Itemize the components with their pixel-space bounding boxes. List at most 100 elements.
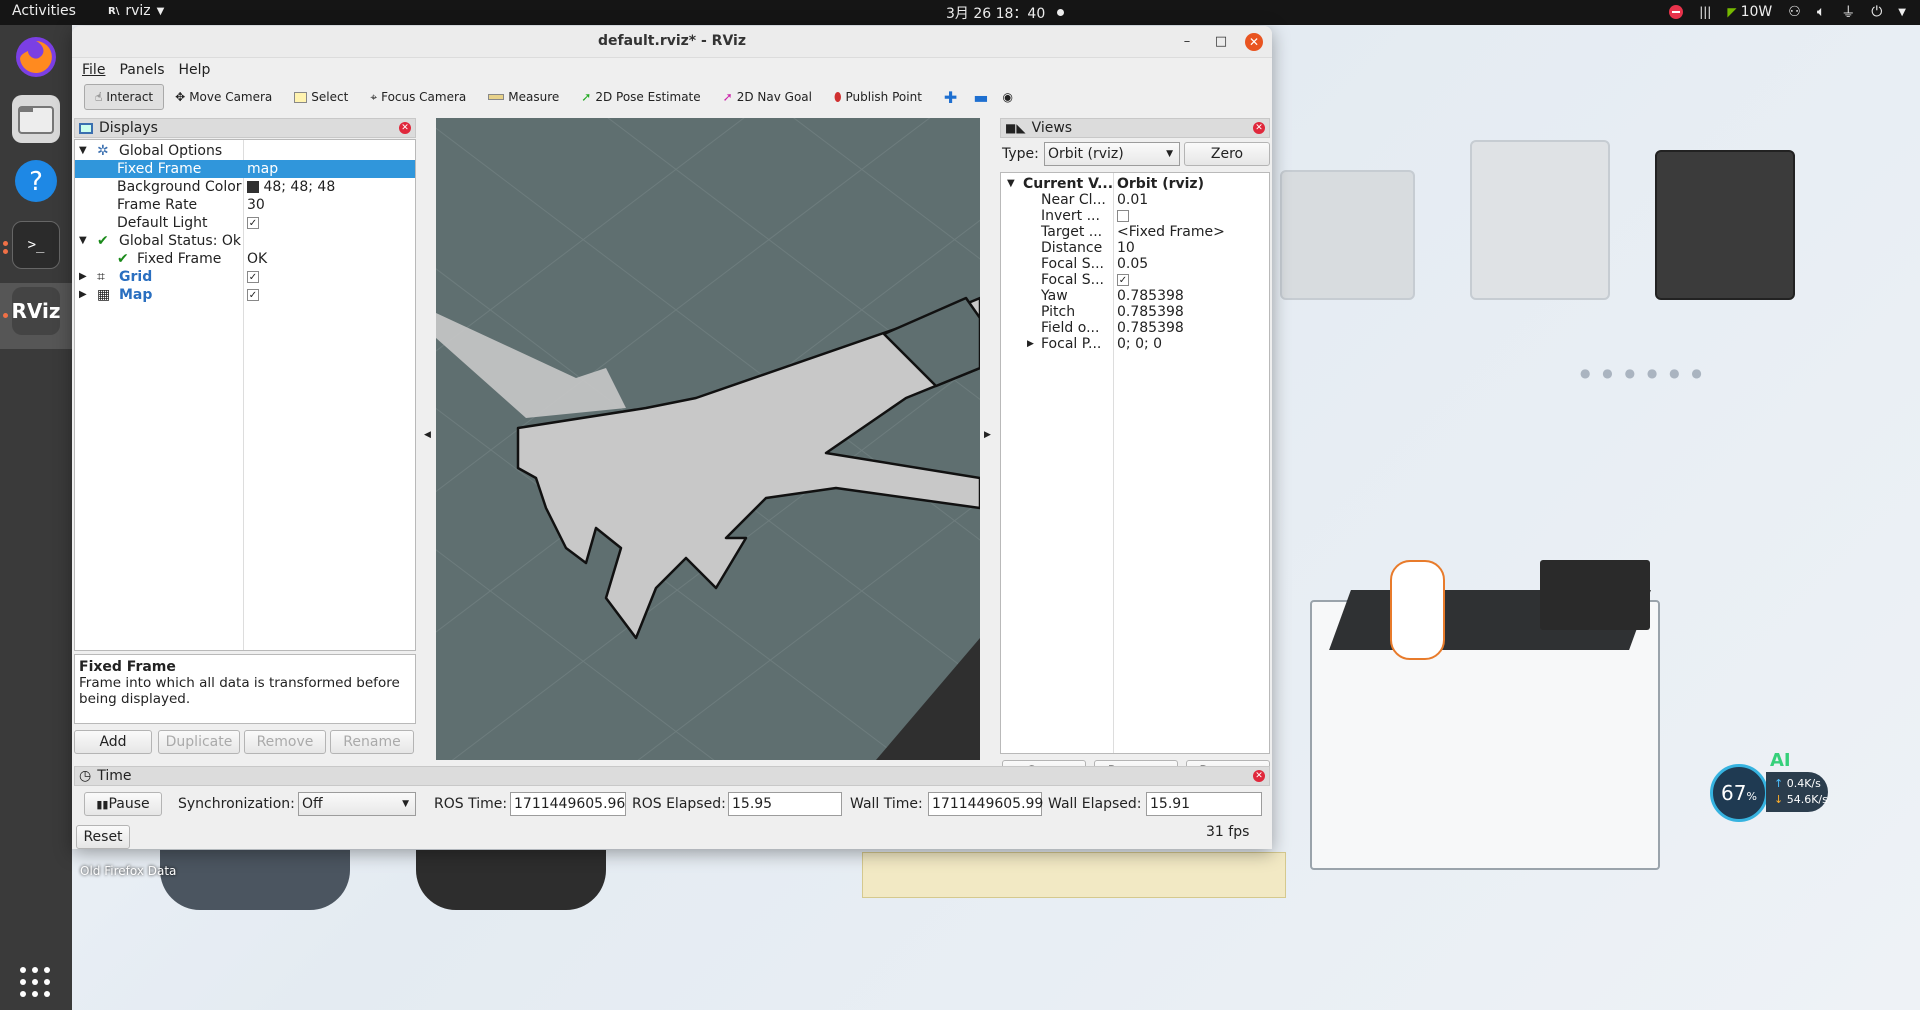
tool-measure[interactable]: Measure xyxy=(477,84,570,110)
view-type-label: Type: xyxy=(1002,146,1039,162)
close-panel-button[interactable]: ✕ xyxy=(1253,770,1265,782)
views-panel: ■◣ Views ✕ xyxy=(1000,118,1270,138)
collapse-right-arrow[interactable]: ▶ xyxy=(984,430,991,440)
remove-tool-button[interactable]: ▬ xyxy=(968,84,993,110)
tree-row-status-fixed-frame[interactable]: ✔ Fixed Frame OK xyxy=(75,250,415,268)
color-swatch xyxy=(247,181,259,193)
close-panel-button[interactable]: ✕ xyxy=(1253,122,1265,134)
focal-shape-checkbox[interactable]: ✓ xyxy=(1117,274,1129,286)
view-type-select[interactable]: Orbit (rviz) ▼ xyxy=(1044,142,1180,166)
toolbar: ☝ Interact ✥ Move Camera Select ⌖ Focus Cam… xyxy=(72,82,1272,112)
wall-time-field[interactable]: 1711449605.99 xyxy=(928,792,1043,816)
grid-checkbox[interactable]: ✓ xyxy=(247,271,259,283)
focus-icon: ⌖ xyxy=(370,89,378,104)
expand-arrow-icon[interactable]: ▶ xyxy=(79,268,87,286)
volume-icon: 🔈︎ xyxy=(1816,4,1826,20)
title-bar[interactable]: default.rviz* - RViz – □ ✕ xyxy=(72,26,1272,58)
monitor-icon xyxy=(79,122,93,134)
remove-display-button[interactable]: Remove xyxy=(244,730,326,754)
tree-row-grid[interactable]: ▶ ⌗ Grid ✓ xyxy=(75,268,415,286)
collapse-left-arrow[interactable]: ◀ xyxy=(424,430,431,440)
ros-time-field[interactable]: 1711449605.96 xyxy=(510,792,626,816)
show-apps-icon[interactable] xyxy=(20,967,50,997)
tree-row-fixed-frame[interactable]: Fixed Frame map xyxy=(75,160,415,178)
ros-time-label: ROS Time: xyxy=(434,796,508,812)
add-display-button[interactable]: Add xyxy=(74,730,152,754)
tool-focus-camera[interactable]: ⌖ Focus Camera xyxy=(359,84,477,110)
system-tray[interactable]: ||| ◤ 10W ⚇ 🔈︎ ⏚ ⏻ ▼ xyxy=(1669,2,1906,22)
tree-row-global-options[interactable]: ▼ ✲ Global Options xyxy=(75,142,415,160)
do-not-disturb-icon xyxy=(1669,5,1684,19)
eye-icon: ◉ xyxy=(1002,90,1013,104)
app-menu[interactable]: R\ rviz ▼ xyxy=(108,3,164,19)
tool-move-camera[interactable]: ✥ Move Camera xyxy=(164,84,283,110)
property-help-box: Fixed Frame Frame into which all data is… xyxy=(74,654,416,724)
gpu-power-indicator[interactable]: ◤ 10W xyxy=(1727,4,1772,20)
maximize-button[interactable]: □ xyxy=(1212,33,1230,51)
activities-button[interactable]: Activities xyxy=(12,3,76,19)
minimize-button[interactable]: – xyxy=(1178,33,1196,51)
add-tool-button[interactable]: ✚ xyxy=(933,84,968,110)
dock: ? >_ RViz xyxy=(0,25,72,1010)
net-up: 0.4K/s xyxy=(1786,777,1821,790)
menu-file[interactable]: File xyxy=(82,62,105,78)
camera-icon: ■◣ xyxy=(1005,121,1026,135)
render-viewport[interactable] xyxy=(436,118,980,760)
wall-elapsed-field[interactable]: 15.91 xyxy=(1146,792,1262,816)
ruler-icon xyxy=(488,94,505,100)
menu-panels[interactable]: Panels xyxy=(119,62,164,78)
duplicate-display-button[interactable]: Duplicate xyxy=(158,730,240,754)
reset-button[interactable]: Reset xyxy=(76,825,130,849)
views-tree[interactable]: ▼ Current V... Orbit (rviz) Near Cl... 0.… xyxy=(1000,172,1270,754)
notification-dot xyxy=(1057,9,1064,16)
tree-row-background-color[interactable]: Background Color 48; 48; 48 xyxy=(75,178,415,196)
close-panel-button[interactable]: ✕ xyxy=(399,122,411,134)
ros-elapsed-field[interactable]: 15.95 xyxy=(728,792,842,816)
clock[interactable]: 3月 26 18：40 xyxy=(946,3,1045,23)
rviz-icon[interactable]: RViz xyxy=(11,287,61,335)
green-arrow-icon: ➚ xyxy=(581,90,592,104)
menu-help[interactable]: Help xyxy=(179,62,211,78)
net-percent-unit: % xyxy=(1746,790,1757,803)
desktop-folder-label[interactable]: Old Firefox Data xyxy=(80,864,176,878)
default-light-checkbox[interactable]: ✓ xyxy=(247,217,259,229)
invert-checkbox[interactable] xyxy=(1117,210,1129,222)
ros-elapsed-label: ROS Elapsed: xyxy=(632,796,726,812)
terminal-icon[interactable]: >_ xyxy=(12,221,60,269)
background-corner xyxy=(876,638,980,760)
wallpaper-base-1 xyxy=(160,850,350,910)
tree-row-default-light[interactable]: Default Light ✓ xyxy=(75,214,415,232)
tool-interact[interactable]: ☝ Interact xyxy=(84,84,165,110)
expand-arrow-icon[interactable]: ▶ xyxy=(1027,335,1034,353)
tool-select[interactable]: Select xyxy=(283,84,359,110)
tool-2d-nav-goal[interactable]: ➚ 2D Nav Goal xyxy=(712,84,823,110)
tree-row-map[interactable]: ▶ ▦ Map ✓ xyxy=(75,286,415,304)
wallpaper-table xyxy=(862,852,1286,898)
tool-2d-pose-estimate[interactable]: ➚ 2D Pose Estimate xyxy=(570,84,711,110)
pause-button[interactable]: ▮▮Pause xyxy=(84,792,162,816)
firefox-icon[interactable] xyxy=(12,33,60,81)
window-title: default.rviz* - RViz xyxy=(597,33,746,49)
magenta-arrow-icon: ➚ xyxy=(722,90,733,104)
sync-select[interactable]: Off ▼ xyxy=(298,792,416,816)
expand-arrow-icon[interactable]: ▼ xyxy=(79,232,87,250)
tree-row-global-status[interactable]: ▼ ✔ Global Status: Ok xyxy=(75,232,415,250)
zero-button[interactable]: Zero xyxy=(1184,142,1270,166)
tree-row-frame-rate[interactable]: Frame Rate 30 xyxy=(75,196,415,214)
chevron-down-icon: ▼ xyxy=(402,799,409,809)
tool-publish-point[interactable]: ⬮ Publish Point xyxy=(823,84,933,110)
tool-properties-button[interactable]: ◉ xyxy=(993,84,1021,110)
occupancy-map xyxy=(436,296,980,640)
view-prop-focal-point[interactable]: ▶ Focal P... 0; 0; 0 xyxy=(1001,335,1269,353)
wall-elapsed-label: Wall Elapsed: xyxy=(1048,796,1142,812)
expand-arrow-icon[interactable]: ▼ xyxy=(79,142,87,160)
files-icon[interactable] xyxy=(12,95,60,143)
close-button[interactable]: ✕ xyxy=(1245,33,1263,51)
expand-arrow-icon[interactable]: ▶ xyxy=(79,286,87,304)
map-checkbox[interactable]: ✓ xyxy=(247,289,259,301)
displays-tree[interactable]: ▼ ✲ Global Options Fixed Frame map Backg… xyxy=(74,139,416,651)
help-icon[interactable]: ? xyxy=(12,157,60,205)
rviz-small-icon: R\ xyxy=(108,5,120,17)
wallpaper-base-2 xyxy=(416,850,606,910)
rename-display-button[interactable]: Rename xyxy=(330,730,414,754)
